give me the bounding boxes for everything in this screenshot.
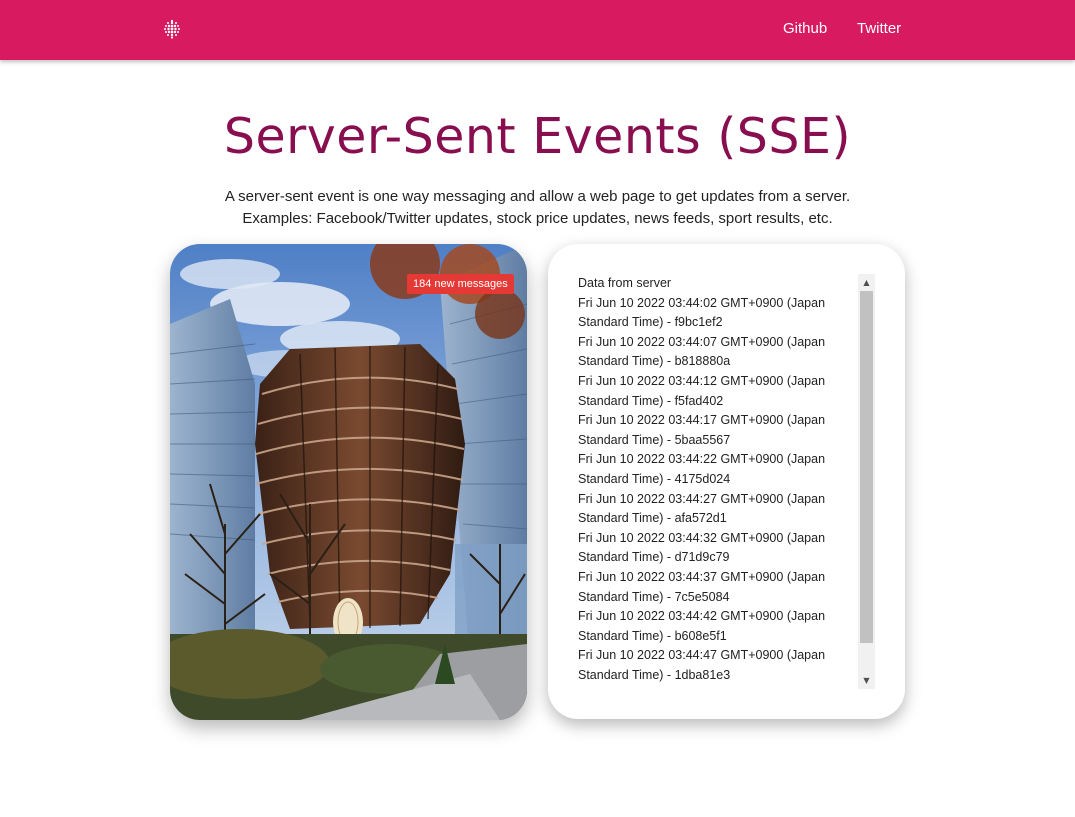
log-entry: Fri Jun 10 2022 03:44:27 GMT+0900 (Japan… — [578, 491, 826, 526]
photo-card: 184 new messages — [170, 244, 527, 720]
log-heading: Data from server — [578, 276, 672, 290]
nav-link-twitter[interactable]: Twitter — [857, 20, 901, 37]
log-entry: Fri Jun 10 2022 03:44:47 GMT+0900 (Japan… — [578, 648, 826, 682]
log-entry-list: Fri Jun 10 2022 03:44:02 GMT+0900 (Japan… — [578, 294, 848, 686]
page-title: Server-Sent Events (SSE) — [223, 108, 852, 165]
nav-link-github[interactable]: Github — [783, 20, 827, 37]
top-navbar: Github Twitter — [0, 0, 1075, 60]
log-scrollbar[interactable]: ▲ ▼ — [858, 274, 875, 689]
log-entry: Fri Jun 10 2022 03:44:32 GMT+0900 (Japan… — [578, 530, 826, 565]
log-entry: Fri Jun 10 2022 03:44:42 GMT+0900 (Japan… — [578, 609, 826, 643]
page-description-line1: A server-sent event is one way messaging… — [224, 188, 851, 205]
server-log-textarea[interactable]: Data from server Fri Jun 10 2022 03:44:0… — [578, 274, 875, 689]
log-entry: Fri Jun 10 2022 03:44:37 GMT+0900 (Japan… — [578, 569, 826, 604]
dotted-sphere-icon[interactable] — [161, 18, 183, 40]
vessel-building-photo — [170, 244, 527, 720]
log-entry: Fri Jun 10 2022 03:44:22 GMT+0900 (Japan… — [578, 452, 826, 486]
new-messages-badge: 184 new messages — [407, 274, 514, 294]
log-entry: Fri Jun 10 2022 03:44:12 GMT+0900 (Japan… — [578, 373, 826, 408]
log-entry: Fri Jun 10 2022 03:44:02 GMT+0900 (Japan… — [578, 295, 826, 330]
server-log-content: Data from server Fri Jun 10 2022 03:44:0… — [578, 274, 848, 685]
scroll-up-arrow-icon[interactable]: ▲ — [858, 274, 875, 291]
server-data-card: Data from server Fri Jun 10 2022 03:44:0… — [548, 244, 905, 719]
page-description-line2: Examples: Facebook/Twitter updates, stoc… — [242, 210, 833, 227]
log-entry: Fri Jun 10 2022 03:44:17 GMT+0900 (Japan… — [578, 413, 826, 447]
scroll-thumb[interactable] — [860, 291, 873, 643]
log-entry: Fri Jun 10 2022 03:44:07 GMT+0900 (Japan… — [578, 334, 826, 369]
scroll-down-arrow-icon[interactable]: ▼ — [858, 672, 875, 689]
